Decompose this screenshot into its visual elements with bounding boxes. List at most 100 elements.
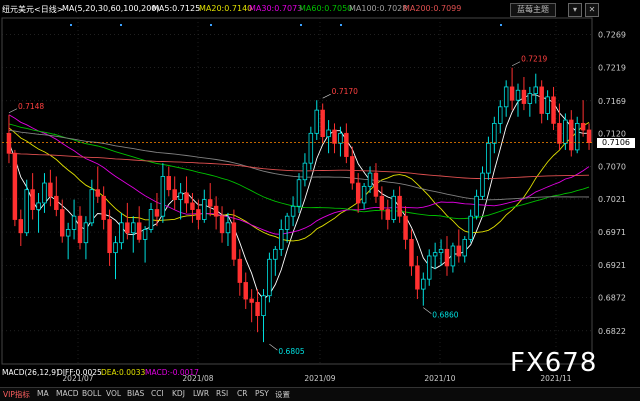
ma30-value: MA30:0.7073 xyxy=(249,4,303,13)
candle-body xyxy=(279,229,284,250)
tab-boll[interactable]: BOLL xyxy=(82,389,101,398)
dropdown-icon[interactable]: ▾ xyxy=(568,3,582,17)
macd-value: MACD:-0.0017 xyxy=(145,368,199,377)
macd-dea: DEA:0.0033 xyxy=(101,368,146,377)
candle-body xyxy=(563,119,568,144)
candle-body xyxy=(160,176,166,217)
candle-body xyxy=(290,205,296,217)
event-marker xyxy=(300,24,302,26)
annotation-leader xyxy=(322,93,331,99)
tab-rsi[interactable]: RSI xyxy=(216,389,228,398)
candle-body xyxy=(438,248,444,254)
candle-body xyxy=(142,229,148,240)
tab-cr[interactable]: CR xyxy=(237,389,247,398)
candle-body xyxy=(569,119,574,151)
theme-button[interactable]: 蓝莓主题 xyxy=(510,3,556,17)
candle-body xyxy=(71,215,77,230)
tab-kdj[interactable]: KDJ xyxy=(172,389,185,398)
symbol-title: 纽元美元<日线> xyxy=(2,5,64,14)
candle-body xyxy=(498,106,503,124)
candle-body xyxy=(24,189,29,234)
candle-body xyxy=(107,219,112,254)
candle-body xyxy=(65,229,71,237)
candle-body xyxy=(527,93,533,104)
candle-body xyxy=(178,192,183,201)
tab-vol[interactable]: VOL xyxy=(106,389,121,398)
candle-body xyxy=(225,222,231,234)
ma-params: MA(5,20,30,60,100,200) xyxy=(62,4,160,13)
candle-body xyxy=(515,89,521,101)
candle-body xyxy=(326,129,331,138)
candlestick-chart[interactable]: 0.72690.72190.71690.71200.70700.70210.69… xyxy=(0,0,640,387)
candle-body xyxy=(113,242,118,254)
candle-body xyxy=(18,219,24,234)
candle-body xyxy=(207,199,213,207)
candle-body xyxy=(59,209,65,237)
candle-body xyxy=(119,222,124,244)
candle-body xyxy=(468,215,473,240)
annotation-label: 0.7219 xyxy=(521,55,547,64)
candle-body xyxy=(486,142,491,174)
candle-body xyxy=(586,129,592,144)
candle-body xyxy=(243,282,248,300)
candle-body xyxy=(450,245,456,267)
event-marker xyxy=(340,24,342,26)
candle-body xyxy=(521,89,527,104)
candle-body xyxy=(456,245,462,257)
candle-body xyxy=(373,172,379,197)
candle-body xyxy=(314,109,319,134)
indicator-tabs: VIP指标 MA MACD BOLL VOL BIAS CCI KDJ LWR RSI CR PSY 设… xyxy=(0,387,640,401)
ma20-value: MA20:0.7140 xyxy=(199,4,253,13)
last-price-label: 0.7106 xyxy=(597,137,635,148)
candle-body xyxy=(261,295,266,317)
y-tick-label: 0.7269 xyxy=(598,31,626,40)
tab-macd[interactable]: MACD xyxy=(56,389,78,398)
candle-body xyxy=(36,202,41,210)
candle-body xyxy=(367,172,373,187)
macd-params: MACD(26,12,9) xyxy=(2,368,59,377)
candle-body xyxy=(6,132,12,154)
candle-body xyxy=(125,222,130,234)
candle-body xyxy=(480,172,485,197)
y-tick-label: 0.6921 xyxy=(598,261,626,270)
candle-body xyxy=(503,86,509,108)
tab-设置[interactable]: 设置 xyxy=(275,389,290,400)
candle-body xyxy=(184,192,189,204)
candle-body xyxy=(196,209,201,220)
candle-body xyxy=(48,182,53,197)
candle-body xyxy=(444,248,450,267)
candle-body xyxy=(391,195,396,220)
candle-body xyxy=(77,215,83,244)
candle-body xyxy=(255,301,260,317)
y-tick-label: 0.6872 xyxy=(598,294,626,303)
candle-body xyxy=(202,199,207,220)
tab-lwr[interactable]: LWR xyxy=(193,389,209,398)
event-marker xyxy=(120,24,122,26)
candle-body xyxy=(302,162,308,181)
candle-body xyxy=(397,195,402,217)
candle-body xyxy=(101,195,106,220)
candle-body xyxy=(219,215,225,234)
close-icon[interactable]: ✕ xyxy=(585,3,599,17)
candle-body xyxy=(415,265,420,290)
tab-ma[interactable]: MA xyxy=(37,389,49,398)
candle-body xyxy=(361,185,367,204)
candle-body xyxy=(462,238,467,257)
y-tick-label: 0.7219 xyxy=(598,64,626,73)
candle-body xyxy=(249,298,254,303)
ma100-value: MA100:0.7028 xyxy=(349,4,408,13)
tab-psy[interactable]: PSY xyxy=(255,389,269,398)
ma5-value: MA5:0.7125 xyxy=(152,4,201,13)
annotation-leader xyxy=(423,307,432,314)
candle-body xyxy=(403,215,408,240)
candle-body xyxy=(296,179,302,207)
tab-vip[interactable]: VIP指标 xyxy=(3,389,30,400)
candle-body xyxy=(308,132,314,164)
tab-cci[interactable]: CCI xyxy=(151,389,164,398)
tab-bias[interactable]: BIAS xyxy=(127,389,144,398)
y-tick-label: 0.6822 xyxy=(598,327,626,336)
candle-body xyxy=(83,222,89,244)
watermark-logo: FX678 xyxy=(510,348,598,378)
candle-body xyxy=(213,205,219,217)
candle-body xyxy=(320,109,325,138)
